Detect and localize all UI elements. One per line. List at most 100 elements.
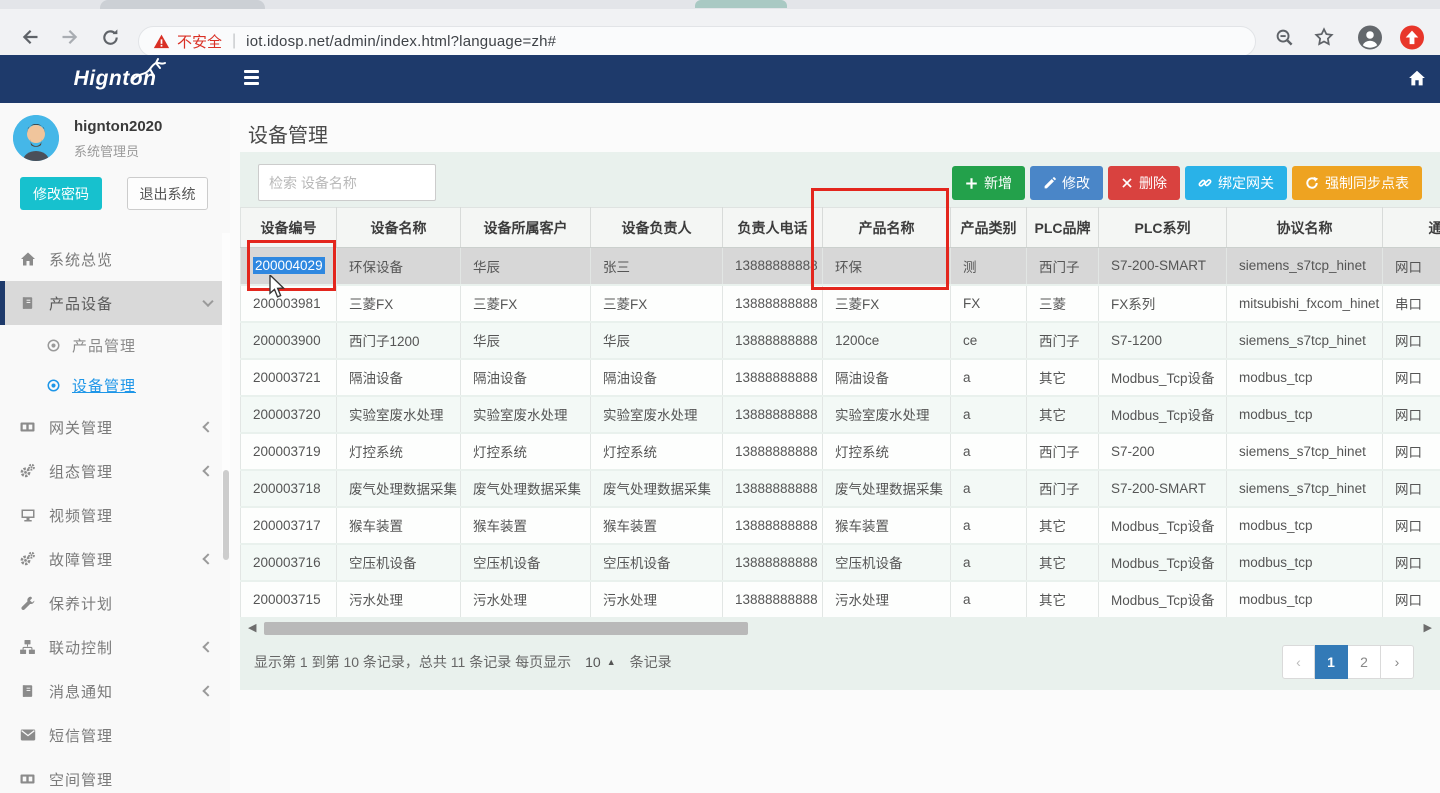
- cell-plc-brand[interactable]: 三菱: [1027, 285, 1099, 322]
- cell-protocol[interactable]: modbus_tcp: [1227, 359, 1383, 396]
- edit-button[interactable]: 修改: [1030, 166, 1103, 200]
- cell-plc-series[interactable]: Modbus_Tcp设备: [1099, 359, 1227, 396]
- sidebar-scrollbar[interactable]: [222, 233, 230, 553]
- table-row[interactable]: 200003717猴车装置猴车装置猴车装置13888888888猴车装置a其它M…: [241, 507, 1440, 544]
- cell-comm[interactable]: 网口: [1383, 544, 1440, 581]
- cell-plc-brand[interactable]: 其它: [1027, 396, 1099, 433]
- sidebar-item-maintenance-plan[interactable]: 保养计划: [0, 581, 230, 625]
- cell-product-name[interactable]: 空压机设备: [823, 544, 951, 581]
- cell-customer[interactable]: 猴车装置: [461, 507, 591, 544]
- cell-product-name[interactable]: 1200ce: [823, 322, 951, 359]
- cell-product-category[interactable]: a: [951, 433, 1027, 470]
- cell-manager[interactable]: 三菱FX: [591, 285, 723, 322]
- cell-device-name[interactable]: 灯控系统: [337, 433, 461, 470]
- cell-comm[interactable]: 网口: [1383, 248, 1440, 285]
- cell-manager[interactable]: 灯控系统: [591, 433, 723, 470]
- sidebar-item-system-overview[interactable]: 系统总览: [0, 237, 230, 281]
- sidebar-item-fault-management[interactable]: 故障管理: [0, 537, 230, 581]
- cell-phone[interactable]: 13888888888: [723, 581, 823, 618]
- cell-customer[interactable]: 空压机设备: [461, 544, 591, 581]
- cell-comm[interactable]: 网口: [1383, 507, 1440, 544]
- force-sync-points-button[interactable]: 强制同步点表: [1292, 166, 1422, 200]
- sidebar-item-message-notification[interactable]: 消息通知: [0, 669, 230, 713]
- cell-product-name[interactable]: 灯控系统: [823, 433, 951, 470]
- cell-comm[interactable]: 网口: [1383, 396, 1440, 433]
- table-row[interactable]: 200003716空压机设备空压机设备空压机设备13888888888空压机设备…: [241, 544, 1440, 581]
- cell-device-name[interactable]: 隔油设备: [337, 359, 461, 396]
- cell-plc-series[interactable]: Modbus_Tcp设备: [1099, 396, 1227, 433]
- cell-phone[interactable]: 13888888888: [723, 322, 823, 359]
- cell-manager[interactable]: 华辰: [591, 322, 723, 359]
- pager-next-button[interactable]: ›: [1381, 645, 1414, 679]
- cell-plc-series[interactable]: Modbus_Tcp设备: [1099, 581, 1227, 618]
- cell-plc-brand[interactable]: 西门子: [1027, 433, 1099, 470]
- cell-plc-brand[interactable]: 其它: [1027, 507, 1099, 544]
- pager-page-2-button[interactable]: 2: [1348, 645, 1381, 679]
- sidebar-scrollbar-thumb[interactable]: [223, 470, 229, 560]
- cell-device-id[interactable]: 200003718: [241, 470, 337, 507]
- sidebar-subitem-device-management[interactable]: 设备管理: [0, 365, 230, 405]
- home-button[interactable]: [1408, 69, 1426, 87]
- pager-page-1-button[interactable]: 1: [1315, 645, 1348, 679]
- sidebar-item-linkage-control[interactable]: 联动控制: [0, 625, 230, 669]
- sidebar-toggle-button[interactable]: [244, 70, 262, 86]
- cell-product-name[interactable]: 实验室废水处理: [823, 396, 951, 433]
- cell-device-name[interactable]: 空压机设备: [337, 544, 461, 581]
- cell-plc-brand[interactable]: 西门子: [1027, 470, 1099, 507]
- cell-protocol[interactable]: siemens_s7tcp_hinet: [1227, 433, 1383, 470]
- cell-phone[interactable]: 13888888888: [723, 359, 823, 396]
- cell-device-name[interactable]: 实验室废水处理: [337, 396, 461, 433]
- cell-manager[interactable]: 污水处理: [591, 581, 723, 618]
- cell-plc-series[interactable]: S7-200: [1099, 433, 1227, 470]
- cell-product-category[interactable]: a: [951, 581, 1027, 618]
- page-size-select[interactable]: 10 ▲: [585, 654, 616, 670]
- cell-protocol[interactable]: mitsubishi_fxcom_hinet: [1227, 285, 1383, 322]
- cell-product-category[interactable]: a: [951, 544, 1027, 581]
- sidebar-item-sms-management[interactable]: 短信管理: [0, 713, 230, 757]
- cell-customer[interactable]: 灯控系统: [461, 433, 591, 470]
- cell-device-name[interactable]: 废气处理数据采集: [337, 470, 461, 507]
- cell-customer[interactable]: 废气处理数据采集: [461, 470, 591, 507]
- cell-comm[interactable]: 网口: [1383, 322, 1440, 359]
- cell-plc-series[interactable]: S7-200-SMART: [1099, 470, 1227, 507]
- cell-device-id[interactable]: 200003719: [241, 433, 337, 470]
- table-row[interactable]: 200004029环保设备华辰张三13888888888环保测西门子S7-200…: [241, 248, 1440, 285]
- logout-button[interactable]: 退出系统: [127, 177, 208, 210]
- table-row[interactable]: 200003981三菱FX三菱FX三菱FX13888888888三菱FXFX三菱…: [241, 285, 1440, 322]
- scroll-right-icon[interactable]: ▶: [1424, 621, 1432, 634]
- cell-comm[interactable]: 网口: [1383, 470, 1440, 507]
- browser-tab[interactable]: [100, 0, 265, 9]
- browser-update-icon[interactable]: [1400, 25, 1424, 49]
- cell-product-name[interactable]: 污水处理: [823, 581, 951, 618]
- cell-manager[interactable]: 猴车装置: [591, 507, 723, 544]
- zoom-out-icon[interactable]: [1272, 25, 1296, 49]
- cell-plc-series[interactable]: S7-200-SMART: [1099, 248, 1227, 285]
- cell-comm[interactable]: 网口: [1383, 581, 1440, 618]
- sidebar-item-product-device[interactable]: 产品设备: [0, 281, 230, 325]
- table-row[interactable]: 200003719灯控系统灯控系统灯控系统13888888888灯控系统a西门子…: [241, 433, 1440, 470]
- cell-device-name[interactable]: 西门子1200: [337, 322, 461, 359]
- cell-customer[interactable]: 三菱FX: [461, 285, 591, 322]
- cell-phone[interactable]: 13888888888: [723, 544, 823, 581]
- cell-customer[interactable]: 华辰: [461, 322, 591, 359]
- cell-product-category[interactable]: a: [951, 396, 1027, 433]
- cell-device-id[interactable]: 200003721: [241, 359, 337, 396]
- table-row[interactable]: 200003720实验室废水处理实验室废水处理实验室废水处理1388888888…: [241, 396, 1440, 433]
- cell-product-category[interactable]: a: [951, 470, 1027, 507]
- cell-phone[interactable]: 13888888888: [723, 248, 823, 285]
- cell-manager[interactable]: 实验室废水处理: [591, 396, 723, 433]
- cell-manager[interactable]: 空压机设备: [591, 544, 723, 581]
- cell-plc-series[interactable]: S7-1200: [1099, 322, 1227, 359]
- cell-device-name[interactable]: 污水处理: [337, 581, 461, 618]
- sidebar-item-video-management[interactable]: 视频管理: [0, 493, 230, 537]
- cell-protocol[interactable]: siemens_s7tcp_hinet: [1227, 248, 1383, 285]
- bind-gateway-button[interactable]: 绑定网关: [1185, 166, 1287, 200]
- cell-customer[interactable]: 隔油设备: [461, 359, 591, 396]
- cell-plc-brand[interactable]: 其它: [1027, 359, 1099, 396]
- cell-device-name[interactable]: 猴车装置: [337, 507, 461, 544]
- sidebar-item-gateway-management[interactable]: 网关管理: [0, 405, 230, 449]
- cell-customer[interactable]: 华辰: [461, 248, 591, 285]
- cell-customer[interactable]: 污水处理: [461, 581, 591, 618]
- back-button[interactable]: [18, 25, 42, 49]
- cell-phone[interactable]: 13888888888: [723, 433, 823, 470]
